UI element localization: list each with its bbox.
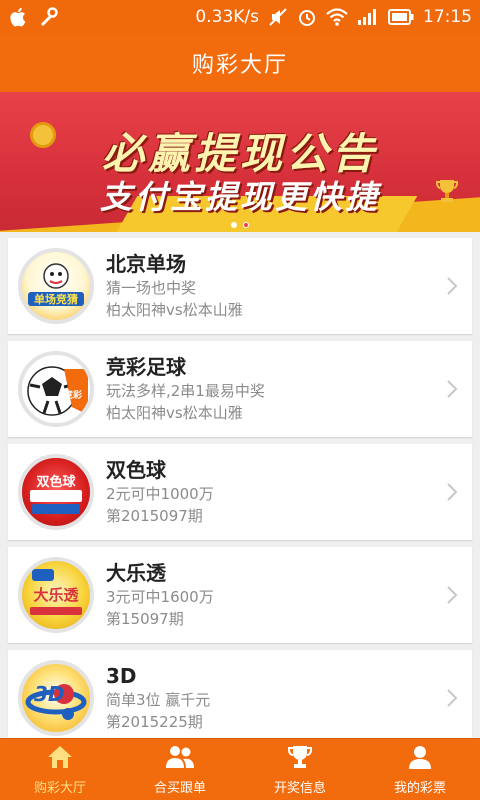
tab-lottery-hall[interactable]: 购彩大厅 [0, 739, 120, 800]
lottery-item-shuangseqiu[interactable]: 双色球 双色球 2元可中1000万 第2015097期 [8, 444, 472, 540]
tab-draw-results[interactable]: 开奖信息 [240, 739, 360, 800]
lottery-desc: 简单3位 赢千元 [106, 691, 211, 709]
alarm-icon [297, 7, 317, 27]
page-title: 购彩大厅 [191, 53, 288, 78]
chevron-right-icon [446, 688, 458, 712]
lottery-detail: 第2015225期 [106, 713, 203, 731]
tab-my-lottery[interactable]: 我的彩票 [360, 739, 480, 800]
promo-banner[interactable]: 必赢提现公告 支付宝提现更快捷 [0, 92, 480, 232]
carousel-dot[interactable] [231, 222, 237, 228]
chevron-right-icon [446, 379, 458, 403]
carousel-dot-active[interactable] [243, 222, 249, 228]
chevron-right-icon [446, 482, 458, 506]
tab-group-buy[interactable]: 合买跟单 [120, 739, 240, 800]
network-speed: 0.33K/s [195, 7, 259, 27]
trophy-icon [436, 178, 458, 204]
tools-icon [38, 7, 58, 27]
carousel-indicator [0, 222, 480, 228]
lottery-detail: 第2015097期 [106, 507, 203, 525]
lottery-detail: 柏太阳神vs松本山雅 [106, 404, 243, 422]
beijing-danchang-logo: 单场竞猜 [18, 248, 94, 324]
clock-time: 17:15 [423, 7, 472, 27]
lottery-item-daletou[interactable]: 大乐透 大乐透 3元可中1600万 第15097期 [8, 547, 472, 643]
logo-text: 3D [34, 682, 65, 706]
lottery-name: 北京单场 [106, 252, 186, 276]
bottom-tab-bar: 购彩大厅 合买跟单 开奖信息 我的彩票 [0, 738, 480, 800]
lottery-name: 大乐透 [106, 561, 166, 585]
group-icon [164, 744, 196, 774]
lottery-desc: 2元可中1000万 [106, 485, 214, 503]
wifi-icon [326, 8, 348, 26]
status-bar: 0.33K/s 17:15 [0, 0, 480, 34]
logo-text: 双色球 [36, 475, 76, 490]
logo-text: 竞彩 [63, 391, 82, 401]
soccer-ball-logo: 竞彩 [18, 351, 94, 427]
logo-text: 大乐透 [33, 586, 79, 604]
lottery-item-beijing[interactable]: 单场竞猜 北京单场 猜一场也中奖 柏太阳神vs松本山雅 [8, 238, 472, 334]
tab-label: 我的彩票 [393, 780, 446, 796]
lottery-detail: 第15097期 [106, 610, 184, 628]
chevron-right-icon [446, 276, 458, 300]
battery-icon [388, 9, 414, 25]
lottery-name: 双色球 [106, 458, 166, 482]
lottery-desc: 玩法多样,2串1最易中奖 [106, 382, 265, 400]
apple-icon [10, 7, 28, 27]
mute-icon [268, 7, 288, 27]
lottery-item-3d[interactable]: 3D 3D 简单3位 赢千元 第2015225期 [8, 650, 472, 746]
tab-label: 开奖信息 [273, 780, 326, 796]
lottery-desc: 3元可中1600万 [106, 588, 214, 606]
3d-logo: 3D [18, 660, 94, 736]
daletou-logo: 大乐透 [18, 557, 94, 633]
shuangseqiu-logo: 双色球 [18, 454, 94, 530]
home-icon [46, 744, 74, 774]
app-header: 购彩大厅 [0, 34, 480, 92]
lottery-detail: 柏太阳神vs松本山雅 [106, 301, 243, 319]
trophy-icon [286, 744, 314, 774]
logo-text: 单场竞猜 [34, 293, 78, 306]
user-icon [406, 744, 434, 774]
tab-label: 购彩大厅 [33, 780, 86, 796]
lottery-list: 单场竞猜 北京单场 猜一场也中奖 柏太阳神vs松本山雅 竞彩 竞彩足球 玩法多样… [0, 232, 480, 746]
lottery-name: 竞彩足球 [106, 355, 186, 379]
lottery-name: 3D [106, 664, 137, 688]
lottery-item-jingcai[interactable]: 竞彩 竞彩足球 玩法多样,2串1最易中奖 柏太阳神vs松本山雅 [8, 341, 472, 437]
banner-subline: 支付宝提现更快捷 [99, 178, 380, 216]
signal-icon [357, 8, 379, 26]
tab-label: 合买跟单 [153, 780, 206, 796]
lottery-desc: 猜一场也中奖 [106, 279, 197, 297]
chevron-right-icon [446, 585, 458, 609]
